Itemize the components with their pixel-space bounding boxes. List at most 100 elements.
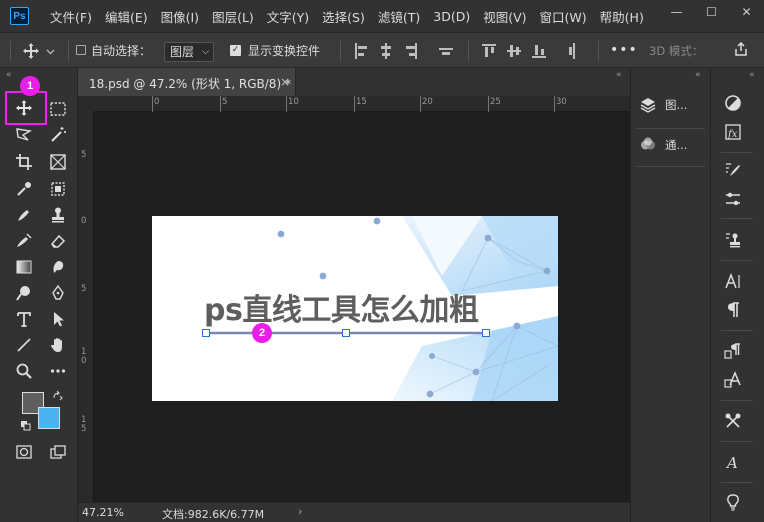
tool-presets-button[interactable] [723, 189, 743, 209]
anchor-handle[interactable] [202, 329, 210, 337]
menu-layer[interactable]: 图层(L) [212, 7, 254, 26]
align-left-icon[interactable] [354, 43, 368, 59]
separator [598, 41, 599, 61]
collapse-panel-icon[interactable]: « [616, 70, 622, 80]
photoshop-window: Ps 文件(F) 编辑(E) 图像(I) 图层(L) 文字(Y) 选择(S) 滤… [0, 0, 764, 522]
align-right-icon[interactable] [404, 43, 418, 59]
character-styles-button[interactable] [723, 370, 743, 390]
healing-brush-tool[interactable] [12, 204, 36, 226]
menu-edit[interactable]: 编辑(E) [105, 7, 148, 26]
quick-mask-button[interactable] [12, 441, 36, 463]
ruler-tick [554, 96, 555, 112]
menu-3d[interactable]: 3D(D) [433, 9, 470, 24]
hand-tool[interactable] [46, 334, 70, 356]
line-tool[interactable] [12, 334, 36, 356]
eyedropper-tool[interactable] [12, 178, 36, 200]
status-menu-arrow-icon[interactable]: › [298, 505, 302, 518]
separator [721, 482, 753, 483]
tool-preset-picker[interactable] [22, 41, 62, 61]
smudge-tool[interactable] [46, 256, 70, 278]
more-options-button[interactable]: ••• [610, 42, 638, 58]
separator [721, 218, 753, 219]
show-transform-checkbox[interactable]: ✓ [230, 45, 241, 56]
clone-stamp-tool[interactable] [46, 204, 70, 226]
gradient-tool[interactable] [12, 256, 36, 278]
zoom-tool[interactable] [12, 360, 36, 382]
learn-panel-button[interactable] [723, 492, 743, 512]
collapse-panel-icon[interactable]: « [749, 70, 755, 80]
brush-settings-button[interactable] [723, 160, 743, 180]
adjustments-panel-button[interactable] [723, 93, 743, 113]
ruler-label: 10 [288, 97, 299, 107]
canvas-area[interactable]: ps直线工具怎么加粗 2 [94, 112, 630, 502]
character-panel-button[interactable] [723, 271, 743, 291]
distribute-horizontal-icon[interactable] [439, 43, 453, 59]
default-colors-icon[interactable] [20, 420, 31, 431]
tools-settings-button[interactable] [723, 411, 743, 431]
line-shape-layer[interactable] [152, 216, 558, 401]
type-tool[interactable] [12, 308, 36, 330]
separator [721, 400, 753, 401]
eraser-tool[interactable] [46, 230, 70, 252]
magic-wand-tool[interactable] [46, 124, 70, 146]
dodge-tool[interactable] [12, 282, 36, 304]
move-tool[interactable] [12, 97, 36, 119]
align-bottom-icon[interactable] [532, 43, 546, 59]
clone-source-button[interactable] [723, 230, 743, 250]
close-tab-icon[interactable]: × [280, 75, 290, 89]
layers-panel-button[interactable]: 图... [639, 90, 705, 120]
line-icon [17, 338, 31, 352]
ruler-label: 5 [81, 284, 87, 294]
anchor-handle[interactable] [342, 329, 350, 337]
menu-help[interactable]: 帮助(H) [600, 7, 644, 26]
crop-tool[interactable] [12, 151, 36, 173]
anchor-handle[interactable] [482, 329, 490, 337]
distribute-vertical-icon[interactable] [567, 43, 581, 59]
menu-select[interactable]: 选择(S) [322, 7, 365, 26]
paragraph-styles-icon [724, 343, 740, 359]
swap-colors-icon[interactable] [52, 390, 63, 401]
auto-select-checkbox[interactable] [76, 45, 86, 55]
frame-tool[interactable] [46, 151, 70, 173]
menu-file[interactable]: 文件(F) [50, 7, 92, 26]
background-color-swatch[interactable] [38, 407, 60, 429]
screen-mode-button[interactable] [46, 441, 70, 463]
collapse-toolbar-icon[interactable]: « [6, 70, 12, 80]
separator [637, 128, 705, 129]
menu-filter[interactable]: 滤镜(T) [378, 7, 420, 26]
brush-tool[interactable] [12, 230, 36, 252]
auto-select-target-dropdown[interactable]: 图层 ⌵ [164, 42, 214, 62]
minimize-button[interactable]: — [659, 0, 694, 24]
paragraph-styles-button[interactable] [723, 341, 743, 361]
menu-type[interactable]: 文字(Y) [267, 7, 309, 26]
window-controls: — ☐ ✕ [659, 0, 764, 24]
glyphs-panel-button[interactable]: A [723, 452, 743, 472]
properties-panel-button[interactable]: fx [723, 122, 743, 142]
align-vertical-center-icon[interactable] [507, 43, 521, 59]
object-selection-tool[interactable] [46, 178, 70, 200]
share-icon[interactable] [734, 42, 748, 56]
document-tab[interactable]: 18.psd @ 47.2% (形状 1, RGB/8) * × [78, 68, 296, 96]
horizontal-ruler[interactable]: 0 5 10 15 20 25 30 [94, 96, 630, 112]
more-tools-button[interactable] [46, 360, 70, 382]
lasso-tool[interactable] [12, 124, 36, 146]
channels-panel-button[interactable]: 通... [639, 130, 705, 160]
vertical-ruler[interactable]: 5 0 5 1 0 1 5 [78, 112, 94, 502]
photoshop-logo-icon: Ps [10, 7, 29, 25]
marquee-tool[interactable] [46, 98, 70, 120]
zoom-level[interactable]: 47.21% [82, 506, 124, 519]
layers-panel-label: 图... [665, 98, 688, 112]
collapse-panel-icon[interactable]: « [695, 70, 701, 80]
restore-button[interactable]: ☐ [694, 0, 729, 24]
path-selection-tool[interactable] [46, 308, 70, 330]
paragraph-panel-button[interactable] [723, 300, 743, 320]
align-horizontal-center-icon[interactable] [379, 43, 393, 59]
menu-view[interactable]: 视图(V) [483, 7, 526, 26]
eyedropper-icon [17, 182, 31, 196]
menu-image[interactable]: 图像(I) [161, 7, 199, 26]
align-top-icon[interactable] [482, 43, 496, 59]
pen-tool[interactable] [46, 282, 70, 304]
close-button[interactable]: ✕ [729, 0, 764, 24]
menu-window[interactable]: 窗口(W) [540, 7, 587, 26]
document-canvas[interactable]: ps直线工具怎么加粗 2 [152, 216, 558, 401]
